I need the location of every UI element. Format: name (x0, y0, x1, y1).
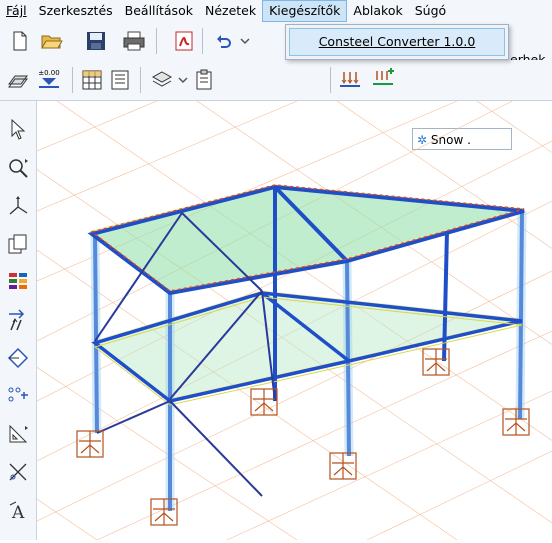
extensions-dropdown: Consteel Converter 1.0.0 (285, 24, 509, 60)
menu-file[interactable]: Fájl (0, 0, 33, 22)
model-viewport[interactable] (0, 80, 552, 541)
plane-icon[interactable] (6, 68, 30, 92)
toolbar-separator (330, 67, 331, 93)
load-icon[interactable] (338, 68, 362, 92)
print-icon[interactable] (122, 29, 146, 53)
save-icon[interactable] (84, 29, 108, 53)
copy-icon[interactable] (5, 231, 31, 257)
layer-icon[interactable] (150, 68, 174, 92)
measure-icon[interactable] (5, 421, 31, 447)
pointer-icon[interactable] (5, 117, 31, 143)
zoom-icon[interactable] (5, 155, 31, 181)
toolbar-separator (72, 67, 73, 93)
structure-3d-view (0, 80, 552, 541)
menu-settings[interactable]: Beállítások (119, 0, 199, 22)
new-document-icon[interactable] (8, 29, 32, 53)
middle-slab (93, 290, 523, 400)
dimension-icon[interactable] (5, 383, 31, 409)
menu-views[interactable]: Nézetek (199, 0, 262, 22)
toolbar-secondary: ±0.00 ✲ Snow . (0, 60, 552, 150)
toolbar-separator (140, 67, 141, 93)
grid-icon[interactable] (80, 68, 104, 92)
menu-windows[interactable]: Ablakok (347, 0, 408, 22)
add-load-icon[interactable] (372, 66, 396, 90)
level-label: ±0.00 (38, 69, 60, 77)
svg-text:A: A (11, 503, 25, 521)
level-icon[interactable]: ±0.00 (34, 66, 64, 94)
chevron-down-icon[interactable] (176, 68, 190, 92)
menu-item-consteel-converter[interactable]: Consteel Converter 1.0.0 (289, 28, 505, 56)
toolbar-separator (156, 28, 157, 54)
open-folder-icon[interactable] (40, 29, 64, 53)
menu-help[interactable]: Súgó (409, 0, 452, 22)
undo-icon[interactable] (212, 29, 236, 53)
rotate-diamond-icon[interactable] (5, 345, 31, 371)
menu-extensions[interactable]: Kiegészítők (262, 0, 348, 22)
top-slab (90, 184, 525, 292)
move-arrows-icon[interactable] (5, 307, 31, 333)
menu-bar: Fájl Szerkesztés Beállítások Nézetek Kie… (0, 0, 552, 22)
table-icon[interactable] (108, 68, 132, 92)
pdf-icon[interactable] (172, 29, 196, 53)
color-palette-icon[interactable] (5, 269, 31, 295)
toolbar-separator (202, 28, 203, 54)
menu-edit[interactable]: Szerkesztés (33, 0, 119, 22)
clipboard-icon[interactable] (192, 68, 216, 92)
chevron-down-icon[interactable] (238, 29, 252, 53)
axes-icon[interactable] (5, 193, 31, 219)
tool-sidebar: A (0, 101, 37, 540)
text-icon[interactable]: A (5, 497, 31, 523)
cut-icon[interactable] (5, 459, 31, 485)
